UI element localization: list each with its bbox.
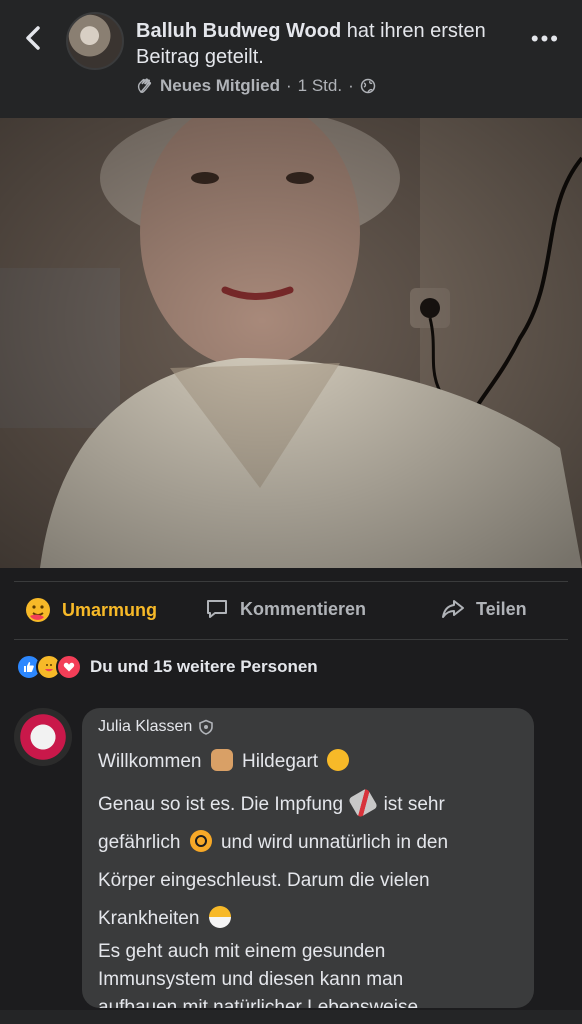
author-avatar[interactable] [66,12,124,70]
hug-emoji [327,749,350,771]
wave-icon [137,78,152,93]
more-icon[interactable]: ••• [531,26,560,52]
comment-bubble: Julia Klassen Willkommen Hildegart Genau… [82,708,534,1008]
globe-icon [360,78,375,94]
comment-header: Julia Klassen [98,718,518,736]
comment-line-7: Immunsystem und diesen kann man [98,969,404,990]
comment-text: Willkommen Hildegart Genau so ist es. Di… [98,748,518,1008]
comment-line-3a: gefährlich [98,832,181,853]
post-header: Balluh Budweg Wood hat ihren ersten Beit… [0,0,582,118]
pray-emoji [210,749,233,771]
meta-separator-2: · [348,76,354,95]
divider-bottom [14,639,568,640]
comment-button[interactable]: Kommentieren [204,596,366,622]
reactions-summary[interactable]: Du und 15 weitere Personen [16,654,318,680]
hug-reaction-label: Umarmung [62,599,158,620]
bottom-bar [0,1010,582,1024]
shield-icon [199,719,214,735]
hug-reaction-button[interactable]: Umarmung [24,596,157,624]
syringe-emoji [348,787,379,819]
commenter-avatar[interactable] [14,708,72,766]
member-badge: Neues Mitglied [160,76,280,95]
post-meta: Neues Mitglied · 1 Std. · [136,76,376,96]
comment-label: Kommentieren [240,598,367,619]
comment-line-1a: Willkommen [98,751,202,772]
hug-icon [26,598,50,622]
heart-icon [56,654,82,680]
post-title: Balluh Budweg Wood hat ihren ersten Beit… [136,18,506,70]
reactions-summary-text: Du und 15 weitere Personen [90,657,318,676]
author-name[interactable]: Balluh Budweg Wood [136,20,341,42]
biohazard-emoji [189,830,212,852]
comment-line-6: Es geht auch mit einem gesunden [98,941,386,962]
comment-line-2a: Genau so ist es. Die Impfung [98,794,344,815]
divider-top [14,581,568,582]
post-photo[interactable] [0,118,582,568]
comment-line-2b: ist sehr [383,794,445,815]
back-chevron-icon[interactable] [18,22,50,54]
post-time[interactable]: 1 Std. [298,76,342,96]
meta-separator: · [285,76,292,95]
share-button[interactable]: Teilen [440,596,527,622]
share-icon [442,600,464,618]
comment-line-8: aufbauen mit natürlicher Lebensweise [98,997,419,1008]
comment-line-4: Körper eingeschleust. Darum die vielen [98,870,430,891]
mask-emoji [208,906,231,928]
commenter-name[interactable]: Julia Klassen [98,718,192,736]
photo-illustration [0,118,582,568]
share-label: Teilen [476,598,527,619]
comment-icon [207,600,227,618]
action-bar: Umarmung Kommentieren Teilen [0,584,582,638]
comment-line-1b: Hildegart [242,751,319,772]
comment-line-5: Krankheiten [98,908,200,929]
comment-line-3b: und wird unnatürlich in den [220,832,449,853]
